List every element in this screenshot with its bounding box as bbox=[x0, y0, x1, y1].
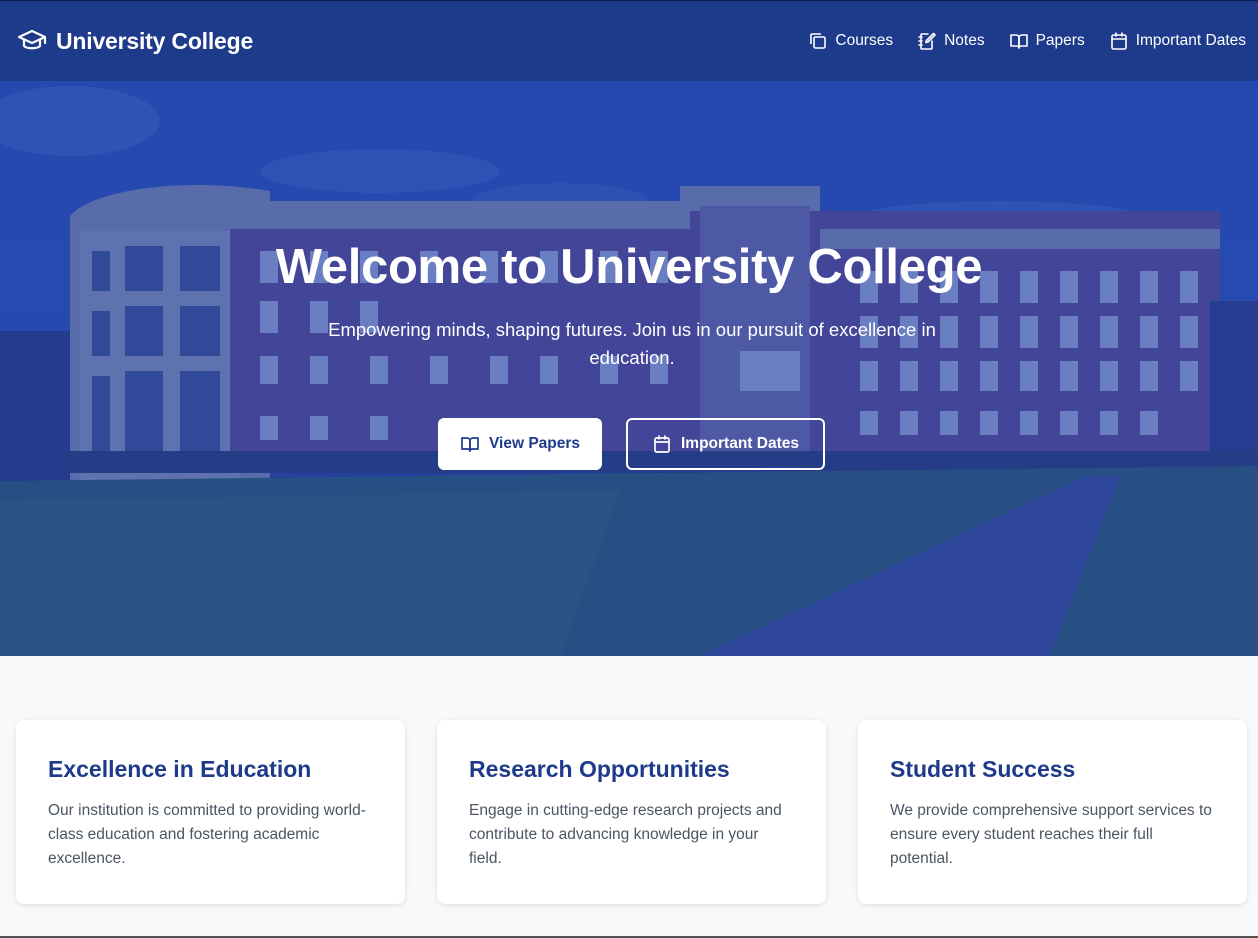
nav-important-dates-label: Important Dates bbox=[1135, 32, 1246, 49]
nav-courses-label: Courses bbox=[835, 32, 894, 49]
important-dates-label: Important Dates bbox=[681, 435, 799, 452]
graduation-cap-icon bbox=[17, 29, 47, 50]
view-papers-label: View Papers bbox=[488, 435, 581, 452]
nav-notes[interactable]: Notes bbox=[917, 31, 985, 51]
book-open-icon bbox=[461, 437, 479, 452]
view-papers-button[interactable]: View Papers bbox=[438, 418, 602, 470]
calendar-icon bbox=[1110, 32, 1127, 50]
brand-title: University College bbox=[56, 27, 254, 54]
book-open-icon bbox=[1009, 34, 1028, 49]
notebook-pen-icon bbox=[918, 32, 936, 50]
nav-papers[interactable]: Papers bbox=[1009, 31, 1085, 51]
feature-card-text: Our institution is committed to providin… bbox=[48, 802, 366, 867]
hero-section: Welcome to University College Empowering… bbox=[0, 81, 1258, 656]
calendar-icon bbox=[654, 435, 670, 453]
nav-papers-label: Papers bbox=[1035, 32, 1085, 49]
nav-notes-label: Notes bbox=[944, 32, 985, 49]
feature-card: Student Success We provide comprehensive… bbox=[858, 720, 1247, 904]
feature-card-text: We provide comprehensive support service… bbox=[890, 802, 1212, 867]
brand-link[interactable]: University College bbox=[17, 28, 253, 55]
feature-card-title: Student Success bbox=[890, 756, 1076, 782]
nav-courses[interactable]: Courses bbox=[808, 31, 893, 51]
copy-icon bbox=[810, 33, 827, 49]
feature-card: Excellence in Education Our institution … bbox=[16, 720, 405, 904]
feature-card-title: Excellence in Education bbox=[48, 756, 312, 782]
features-section: Excellence in Education Our institution … bbox=[16, 720, 1247, 904]
navbar: University College Courses Notes Papers bbox=[0, 0, 1258, 81]
feature-card-title: Research Opportunities bbox=[469, 756, 730, 782]
feature-card: Research Opportunities Engage in cutting… bbox=[437, 720, 826, 904]
feature-card-text: Engage in cutting-edge research projects… bbox=[469, 802, 782, 867]
nav-important-dates[interactable]: Important Dates bbox=[1109, 31, 1246, 51]
hero-subtitle: Empowering minds, shaping futures. Join … bbox=[328, 319, 936, 368]
hero-title: Welcome to University College bbox=[275, 240, 983, 294]
important-dates-button[interactable]: Important Dates bbox=[626, 418, 825, 470]
nav-links: Courses Notes Papers Important Dates bbox=[784, 31, 1246, 51]
